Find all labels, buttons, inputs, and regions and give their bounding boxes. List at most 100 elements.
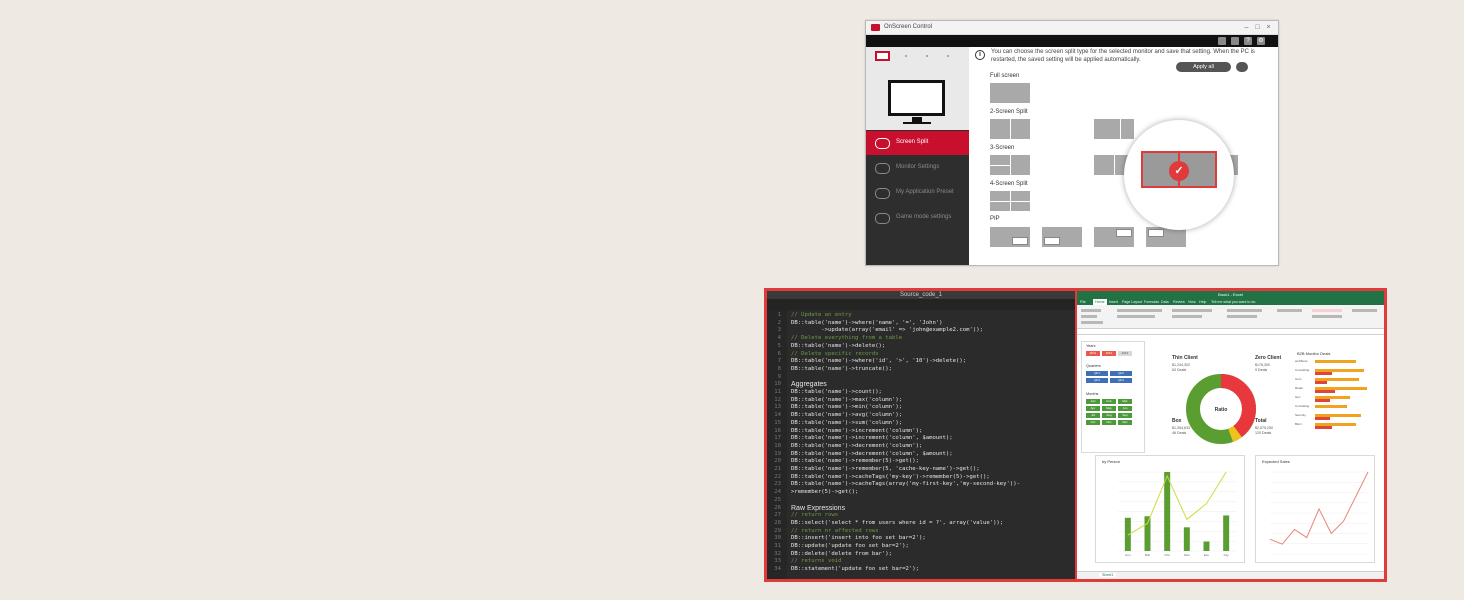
line-number: 12	[774, 396, 781, 403]
line-number: 24	[774, 489, 781, 496]
code-line: 21 DB::table('name')->remember(5, 'cache-…	[767, 466, 1075, 473]
layout-2-split-b[interactable]	[1094, 119, 1134, 139]
info-icon: i	[975, 50, 985, 60]
slicer-item[interactable]: Jan	[1086, 399, 1100, 404]
slicer-item[interactable]: Feb	[1102, 399, 1116, 404]
sidebar-item-game-mode[interactable]: Game mode settings	[866, 206, 969, 230]
gear-icon[interactable]: ⚙	[1257, 37, 1265, 45]
monitor-deals-title: B2B Monitor Deals	[1297, 351, 1331, 356]
slicer-item[interactable]: Jul	[1086, 413, 1100, 418]
slicer-item[interactable]: Qtr3	[1086, 378, 1108, 383]
code-line: 24 >remember(5)->get();	[767, 489, 1075, 496]
code-line: 26 Raw Expressions	[767, 505, 1075, 512]
code-line: 16 DB::table('name')->increment('column')…	[767, 428, 1075, 435]
split-screen-preview: Source_code_1 1// Update an entry 2 DB::ta…	[764, 288, 1387, 582]
screen-split-icon	[875, 138, 890, 149]
line-number: 21	[774, 466, 781, 472]
code-text: DB::table('name')->increment('column', $…	[791, 435, 953, 442]
code-text: DB::table('name')->decrement('column', $…	[791, 450, 953, 457]
line-number: 33	[774, 558, 781, 565]
code-line: 29 // return nr affected rows	[767, 528, 1075, 535]
slicer-item[interactable]: Qtr1	[1086, 371, 1108, 376]
layout-3-split-a[interactable]	[990, 155, 1030, 175]
code-text: DB::table('name')->truncate();	[791, 365, 893, 372]
cursor-icon[interactable]	[1218, 37, 1226, 45]
x-tick-label: Ann	[1125, 553, 1131, 557]
code-line: 31 DB::update('update foo set bar=2');	[767, 543, 1075, 550]
line-number: 18	[774, 442, 781, 449]
code-text: DB::select('select * from users where id…	[791, 519, 1004, 526]
slicer-item[interactable]: 2012	[1102, 351, 1116, 356]
monitor-select-icon[interactable]	[1236, 62, 1248, 72]
app-preset-icon	[875, 188, 890, 199]
x-tick-label: Dan	[1184, 553, 1190, 557]
line-number: 17	[774, 435, 781, 442]
section-2-screen: 2-Screen Split	[990, 109, 1028, 115]
code-text: DB::table('name')->min('column');	[791, 404, 903, 411]
minimize-button[interactable]: –	[1242, 23, 1251, 32]
line-number: 6	[777, 350, 781, 357]
slicer-item[interactable]: Qtr4	[1110, 378, 1132, 383]
section-3-screen: 3-Screen	[990, 145, 1015, 151]
line-number: 10	[774, 381, 781, 388]
monitor-dot[interactable]	[926, 55, 928, 57]
layout-pip-b[interactable]	[1042, 227, 1082, 247]
code-line: 25	[767, 497, 1075, 504]
layout-2-split-a[interactable]	[990, 119, 1030, 139]
code-text: DB::statement('update foo set bar=2');	[791, 566, 919, 573]
line-number: 27	[774, 512, 781, 519]
deal-bar-a	[1315, 405, 1347, 408]
chart-bar	[1183, 527, 1190, 551]
window-titlebar: OnScreen Control – □ ×	[866, 21, 1278, 35]
slicer-item[interactable]: Apr	[1086, 406, 1100, 411]
deal-bar-b	[1315, 417, 1330, 420]
sheet-tab[interactable]: Sheet1	[1099, 573, 1117, 577]
slicer-item[interactable]: Mar	[1118, 399, 1132, 404]
layout-full-screen[interactable]	[990, 83, 1030, 103]
slicer-item[interactable]: May	[1102, 406, 1116, 411]
close-button[interactable]: ×	[1264, 23, 1273, 32]
sidebar-item-monitor-settings[interactable]: Monitor Settings	[866, 156, 969, 180]
selected-layout-2-split[interactable]: ✓	[1141, 151, 1217, 188]
help-icon[interactable]: ?	[1244, 37, 1252, 45]
monitor-dot[interactable]	[905, 55, 907, 57]
layout-4-split[interactable]	[990, 191, 1030, 211]
slicer-item[interactable]: Jun	[1118, 406, 1132, 411]
slicer-item[interactable]: 2013	[1118, 351, 1132, 356]
display-icon[interactable]	[1231, 37, 1239, 45]
slicer-item[interactable]: Aug	[1102, 413, 1116, 418]
code-text: // returns void	[791, 558, 842, 565]
monitor-settings-icon	[875, 163, 890, 174]
slicer-item[interactable]: Sep	[1118, 413, 1132, 418]
sidebar-item-label: Monitor Settings	[896, 164, 940, 170]
slicer-item[interactable]: Qtr2	[1110, 371, 1132, 376]
dashboard-sheet: Years 2011 2012 2013 Quarters Qtr1 Qtr2 …	[1077, 335, 1384, 571]
maximize-button[interactable]: □	[1253, 23, 1262, 32]
layout-pip-d[interactable]	[1146, 227, 1186, 247]
deal-bar-a	[1315, 360, 1356, 363]
layout-pip-c[interactable]	[1094, 227, 1134, 247]
code-line: 13 DB::table('name')->min('column');	[767, 404, 1075, 411]
line-number: 9	[777, 373, 781, 380]
layout-pip-a[interactable]	[990, 227, 1030, 247]
slicer-item[interactable]: 2011	[1086, 351, 1100, 356]
slicer-item[interactable]: Dec	[1118, 420, 1132, 425]
slicer-item[interactable]: Nov	[1102, 420, 1116, 425]
monitor-image	[888, 80, 945, 116]
monitor-dot[interactable]	[947, 55, 949, 57]
slicer-item[interactable]: Oct	[1086, 420, 1100, 425]
selected-monitor-icon[interactable]	[875, 51, 890, 61]
apply-all-button[interactable]: Apply all	[1176, 62, 1231, 72]
sidebar-item-screen-split[interactable]: Screen Split	[866, 131, 969, 155]
sidebar-item-app-preset[interactable]: My Application Preset	[866, 181, 969, 205]
chart-bar	[1144, 516, 1151, 551]
code-line: 7 DB::table('name')->where('id', '>', '10…	[767, 358, 1075, 365]
code-text: DB::table('name')->where('id', '>', '10'…	[791, 358, 967, 365]
top-toolbar: ? ⚙	[866, 35, 1278, 47]
code-text: // Update an entry	[791, 312, 852, 318]
by-person-chart: Ann Bob Cho Dan Eve Fay	[1118, 471, 1236, 557]
chart-bar	[1223, 515, 1230, 551]
chart-line-deals	[1127, 471, 1227, 536]
line-number: 2	[777, 319, 781, 326]
section-heading: Raw Expressions	[791, 504, 846, 512]
